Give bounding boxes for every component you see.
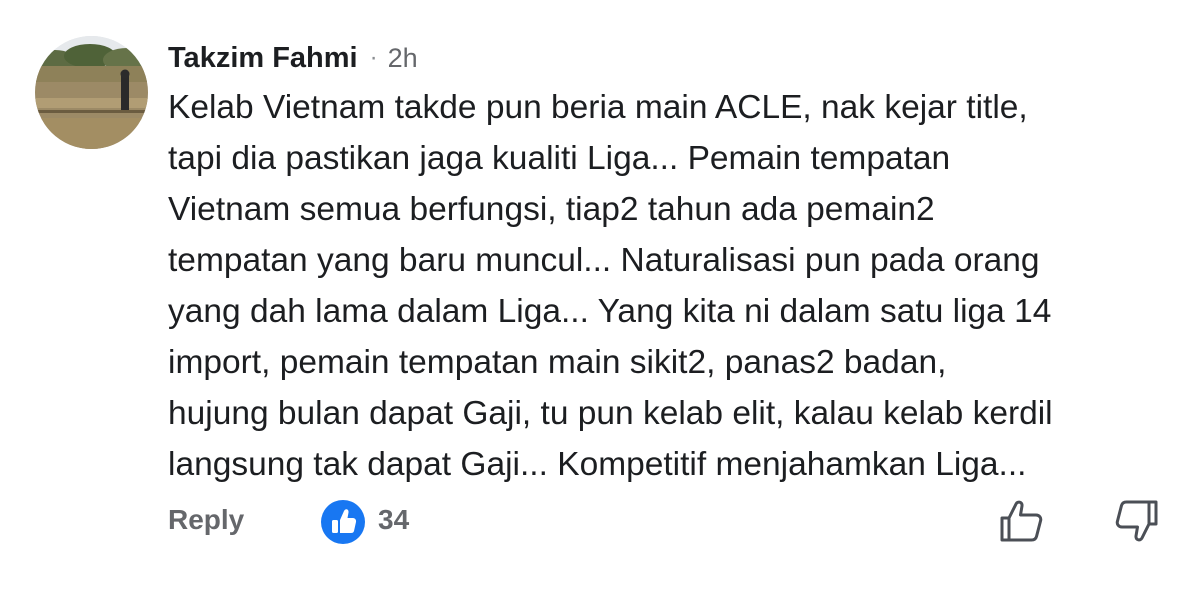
- comment-line: hujung bulan dapat Gaji, tu pun kelab el…: [168, 395, 1053, 432]
- comment-line: tempatan yang baru muncul... Naturalisas…: [168, 242, 1040, 279]
- comment-line: Vietnam semua berfungsi, tiap2 tahun ada…: [168, 191, 935, 228]
- timestamp[interactable]: 2h: [388, 43, 418, 74]
- comment: Takzim Fahmi · 2h Kelab Vietnam takde pu…: [0, 0, 1200, 591]
- thumbs-down-outline-icon[interactable]: [1112, 498, 1162, 544]
- reaction-count[interactable]: 34: [378, 504, 409, 536]
- comment-line: yang dah lama dalam Liga... Yang kita ni…: [168, 293, 1052, 330]
- comment-actions: Reply 34: [0, 496, 1200, 548]
- comment-header: Takzim Fahmi · 2h: [168, 38, 418, 78]
- reply-button[interactable]: Reply: [168, 504, 244, 536]
- comment-line: import, pemain tempatan main sikit2, pan…: [168, 344, 947, 381]
- avatar-photo: [35, 36, 148, 149]
- comment-line: langsung tak dapat Gaji... Kompetitif me…: [168, 446, 1027, 483]
- avatar[interactable]: [35, 36, 148, 149]
- comment-line: Kelab Vietnam takde pun beria main ACLE,…: [168, 89, 1028, 126]
- author-name[interactable]: Takzim Fahmi: [168, 42, 358, 75]
- separator-dot: ·: [369, 44, 378, 71]
- like-reaction-icon[interactable]: [320, 499, 366, 545]
- thumbs-up-outline-icon[interactable]: [996, 498, 1046, 544]
- comment-text: Kelab Vietnam takde pun beria main ACLE,…: [168, 82, 1178, 490]
- comment-line: tapi dia pastikan jaga kualiti Liga... P…: [168, 140, 951, 177]
